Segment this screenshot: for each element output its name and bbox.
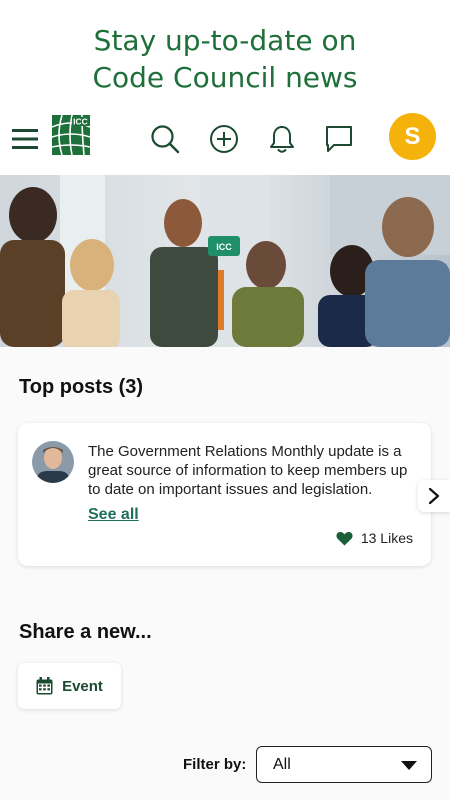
icc-globe-logo-icon: ICC — [50, 113, 92, 157]
top-posts-title: Top posts (3) — [19, 376, 144, 398]
post-text: The Government Relations Monthly update … — [88, 443, 408, 498]
bell-icon — [270, 126, 294, 153]
menu-icon — [12, 129, 38, 149]
calendar-icon — [36, 677, 53, 695]
messages-button[interactable] — [315, 115, 363, 163]
icc-logo[interactable]: ICC — [50, 113, 92, 157]
heart-icon — [336, 531, 353, 545]
filter-label: Filter by: — [183, 756, 247, 773]
create-button[interactable] — [200, 115, 248, 163]
chat-icon — [326, 126, 352, 152]
promo-banner: Stay up-to-date on Code Council news — [0, 0, 450, 103]
promo-line-2: Code Council news — [92, 61, 358, 94]
event-label: Event — [62, 677, 103, 695]
notifications-button[interactable] — [258, 115, 306, 163]
avatar-initial: S — [404, 122, 421, 150]
hero-image: ICC — [0, 175, 450, 347]
menu-button[interactable] — [1, 115, 49, 163]
filter-value: All — [273, 756, 291, 773]
likes-label: 13 Likes — [360, 530, 413, 546]
filter-dropdown[interactable]: All — [256, 746, 432, 783]
caret-down-icon — [401, 761, 417, 770]
svg-text:ICC: ICC — [216, 242, 232, 252]
group-photo-image: ICC — [0, 175, 450, 347]
post-author-avatar — [32, 441, 74, 483]
share-title: Share a new... — [19, 621, 152, 643]
chevron-right-icon — [428, 487, 440, 505]
user-avatar[interactable]: S — [389, 113, 436, 160]
see-all-link[interactable]: See all — [88, 506, 139, 524]
search-button[interactable] — [141, 115, 189, 163]
promo-line-1: Stay up-to-date on — [93, 24, 357, 57]
search-icon — [151, 125, 180, 154]
svg-text:ICC: ICC — [73, 117, 88, 127]
top-post-card[interactable]: The Government Relations Monthly update … — [18, 423, 431, 566]
next-post-button[interactable] — [418, 480, 450, 512]
share-event-button[interactable]: Event — [18, 663, 121, 709]
likes-count[interactable]: 13 Likes — [336, 530, 413, 546]
add-icon — [210, 125, 238, 153]
